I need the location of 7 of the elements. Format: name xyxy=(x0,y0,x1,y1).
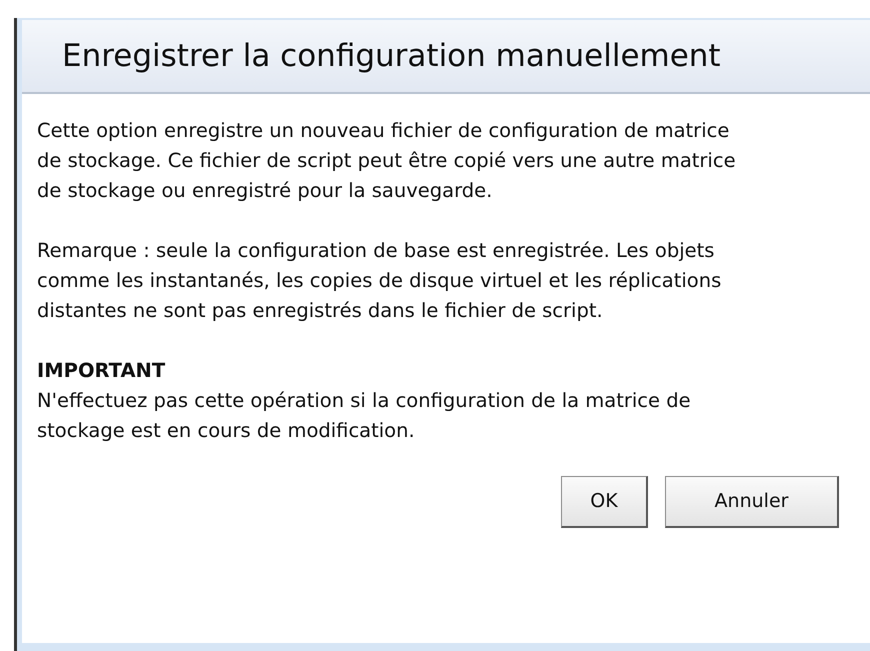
important-heading: IMPORTANT xyxy=(37,358,166,384)
dialog-title: Enregistrer la configuration manuellement xyxy=(22,20,870,94)
paragraph: Remarque : seule la configuration de base est enregistrée. Les objets comme les instantanés, les copies de disque virtuel et les réplications distantes ne sont pas enregistrés dans le fichier de script. xyxy=(37,238,722,324)
ok-button[interactable]: OK xyxy=(561,476,648,528)
paragraph: Cette option enregistre un nouveau fichier de configuration de matrice de stockage. Ce fichier de script peut être copié vers une autre matrice de stockage ou enregistré pour la sauvegarde. xyxy=(37,118,737,204)
paragraph: N'effectuez pas cette opération si la configuration de la matrice de stockage est en cours de modification. xyxy=(37,388,692,444)
cancel-button[interactable]: Annuler xyxy=(665,476,839,528)
